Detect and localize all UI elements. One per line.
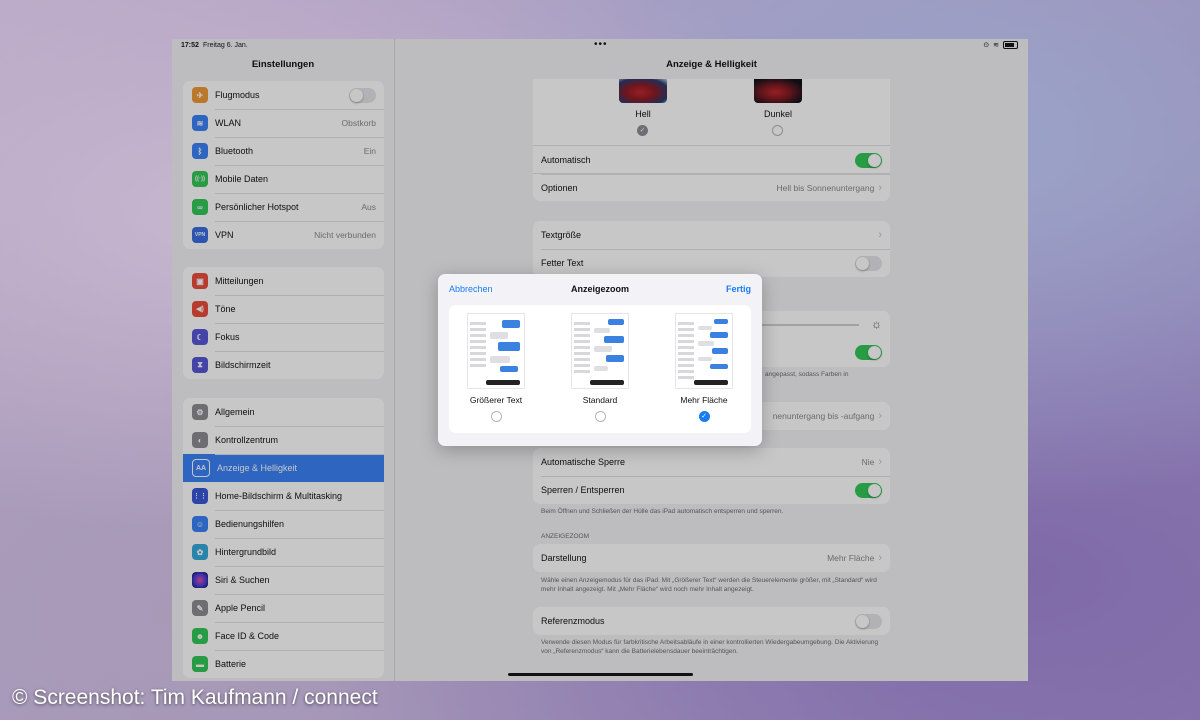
- screenshot-credit: © Screenshot: Tim Kaufmann / connect: [12, 686, 378, 709]
- zoom-option-more-space[interactable]: Mehr Fläche ✓: [659, 313, 749, 422]
- wifi-status-icon: ≋: [993, 42, 999, 49]
- done-button[interactable]: Fertig: [726, 284, 751, 294]
- larger-text-radio[interactable]: [490, 411, 502, 422]
- multitasking-dots[interactable]: •••: [594, 39, 608, 50]
- more-space-preview: [675, 313, 733, 389]
- status-time: 17:52: [181, 42, 199, 49]
- status-date: Freitag 6. Jan.: [203, 42, 248, 49]
- larger-text-preview: [467, 313, 525, 389]
- ipad-screen: Einstellungen ✈ Flugmodus ≋ WLAN Obstkor…: [172, 39, 1028, 681]
- larger-text-label: Größerer Text: [469, 395, 523, 405]
- zoom-option-standard[interactable]: Standard: [555, 313, 645, 422]
- zoom-option-larger-text[interactable]: Größerer Text: [451, 313, 541, 422]
- orientation-lock-icon: ⊙: [983, 42, 990, 49]
- battery-status-icon: [1003, 41, 1018, 49]
- zoom-options-card: Größerer Text Standard Mehr Fläche ✓: [449, 305, 751, 433]
- display-zoom-modal: Anzeigezoom Abbrechen Fertig Größerer Te…: [438, 274, 762, 446]
- more-space-label: Mehr Fläche: [680, 395, 728, 405]
- standard-preview: [571, 313, 629, 389]
- cancel-button[interactable]: Abbrechen: [449, 284, 493, 294]
- more-space-radio[interactable]: ✓: [698, 411, 710, 422]
- standard-label: Standard: [582, 395, 618, 405]
- home-indicator[interactable]: [508, 673, 693, 676]
- status-icons: ⊙ ≋: [983, 41, 1018, 49]
- standard-radio[interactable]: [594, 411, 606, 422]
- status-bar: 17:52 Freitag 6. Jan. ••• ⊙ ≋: [172, 39, 1028, 53]
